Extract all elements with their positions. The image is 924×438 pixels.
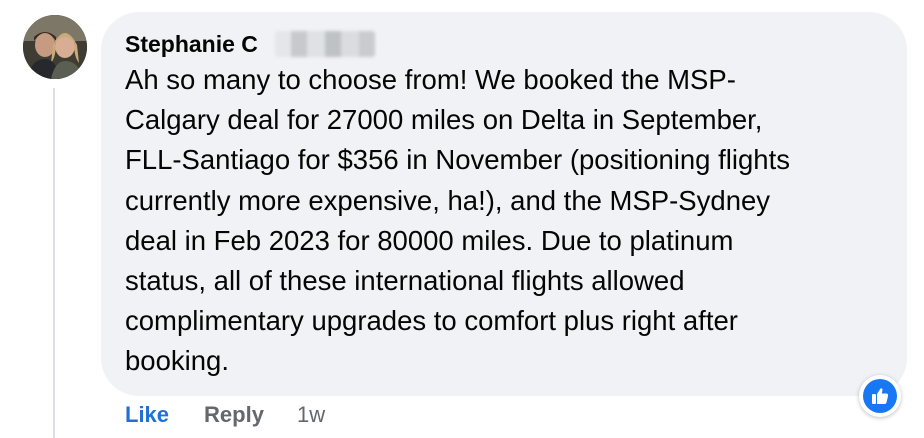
comment-text: Ah so many to choose from! We booked the… xyxy=(125,60,895,382)
avatar[interactable] xyxy=(23,15,87,79)
comment-timestamp[interactable]: 1w xyxy=(297,402,325,428)
comment-line: status, all of these international fligh… xyxy=(125,265,685,297)
comment-line: deal in Feb 2023 for 80000 miles. Due to… xyxy=(125,224,734,256)
comment-actions: Like Reply 1w xyxy=(125,400,325,430)
reaction-badge[interactable] xyxy=(859,375,901,417)
redacted-name-blur xyxy=(275,31,375,57)
reply-button[interactable]: Reply xyxy=(204,402,264,428)
comment-line: Calgary deal for 27000 miles on Delta in… xyxy=(125,104,763,136)
comment-line: Ah so many to choose from! We booked the… xyxy=(125,64,736,95)
comment-line: booking. xyxy=(125,345,229,377)
thread-line xyxy=(53,88,55,438)
comment-author[interactable]: Stephanie C xyxy=(125,30,258,58)
comment-line: FLL-Santiago for $356 in November (posit… xyxy=(125,144,790,176)
comment-line: currently more expensive, ha!), and the … xyxy=(125,184,771,216)
comment-line: complimentary upgrades to comfort plus r… xyxy=(125,305,738,337)
avatar-photo xyxy=(23,15,87,79)
thumbs-up-icon xyxy=(863,379,897,413)
like-button[interactable]: Like xyxy=(125,402,169,428)
